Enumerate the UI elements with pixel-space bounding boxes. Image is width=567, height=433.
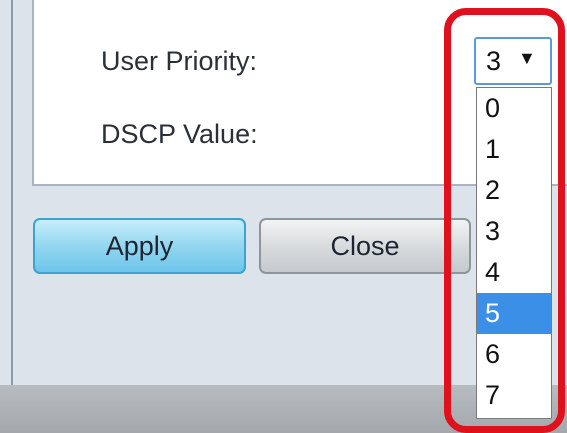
apply-button[interactable]: Apply — [33, 218, 246, 274]
user-priority-label: User Priority: — [101, 46, 258, 76]
dialog-left-border — [11, 0, 13, 390]
dropdown-option[interactable]: 1 — [477, 129, 551, 170]
dropdown-option[interactable]: 0 — [477, 88, 551, 129]
dropdown-option-highlighted[interactable]: 5 — [477, 293, 551, 334]
dropdown-option[interactable]: 7 — [477, 375, 551, 416]
user-priority-select[interactable]: 3 ▼ — [474, 37, 552, 85]
dropdown-arrow-icon: ▼ — [518, 48, 536, 68]
dropdown-option[interactable]: 3 — [477, 211, 551, 252]
user-priority-selected-value: 3 — [486, 46, 502, 76]
dscp-value-label: DSCP Value: — [101, 119, 258, 149]
dropdown-option[interactable]: 4 — [477, 252, 551, 293]
user-priority-dropdown-list: 0 1 2 3 4 5 6 7 — [476, 87, 552, 419]
close-button[interactable]: Close — [259, 218, 471, 274]
dropdown-option[interactable]: 6 — [477, 334, 551, 375]
dropdown-option[interactable]: 2 — [477, 170, 551, 211]
